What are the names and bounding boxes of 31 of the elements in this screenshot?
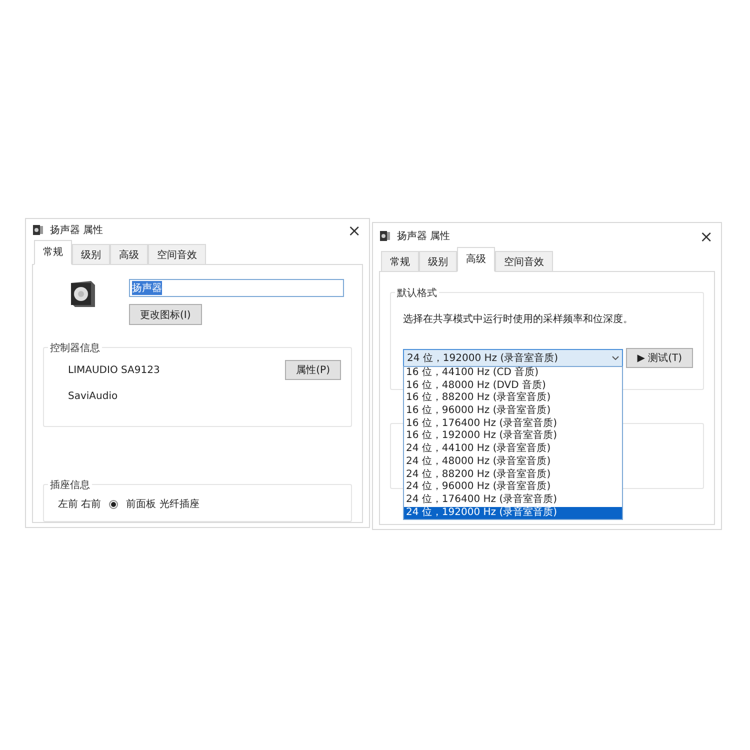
close-button[interactable]: × <box>346 220 363 240</box>
group-label: 默认格式 <box>395 286 439 300</box>
format-description: 选择在共享模式中运行时使用的采样频率和位深度。 <box>403 314 633 325</box>
device-name-field[interactable]: 扬声器 <box>129 278 344 296</box>
tab[interactable]: 常规 <box>34 240 72 264</box>
vendor-name: SaviAudio <box>68 391 118 402</box>
group-label: 插座信息 <box>48 478 92 492</box>
jack-indicator <box>109 500 118 508</box>
tab[interactable]: 高级 <box>110 244 148 264</box>
controller-name: LIMAUDIO SA9123 <box>68 364 160 376</box>
window-title: 扬声器 属性 <box>50 224 104 238</box>
tab[interactable]: 级别 <box>419 251 457 272</box>
tab[interactable]: 常规 <box>381 251 419 272</box>
format-select[interactable]: 24 位，192000 Hz (录音室音质) <box>403 348 623 368</box>
connector-text: 前面板 光纤插座 <box>126 498 200 511</box>
tab[interactable]: 高级 <box>457 247 495 272</box>
test-button[interactable]: ▶ 测试(T) <box>626 348 693 368</box>
channels-text: 左前 右前 <box>58 498 102 511</box>
device-name-text: 扬声器 <box>132 280 162 294</box>
properties-button[interactable]: 属性(P) <box>285 360 341 380</box>
tab[interactable]: 空间音效 <box>495 251 553 272</box>
tab[interactable]: 空间音效 <box>148 244 206 264</box>
format-option[interactable]: 24 位，192000 Hz (录音室音质) <box>404 506 622 520</box>
speaker-icon <box>379 230 391 242</box>
tab[interactable]: 级别 <box>72 244 110 264</box>
speaker-icon <box>32 224 44 236</box>
chevron-icon <box>612 356 619 360</box>
close-button[interactable]: × <box>698 226 715 246</box>
change-icon-button[interactable]: 更改图标(I) <box>129 304 202 325</box>
group-label: 控制器信息 <box>48 341 102 355</box>
window-title: 扬声器 属性 <box>397 230 452 243</box>
